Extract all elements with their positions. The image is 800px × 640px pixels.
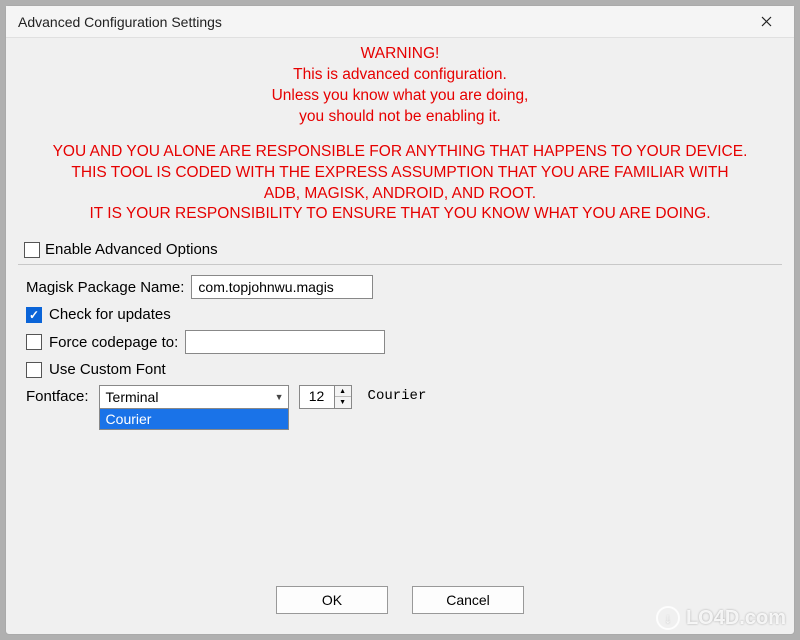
close-button[interactable] xyxy=(746,9,786,35)
spinner-down[interactable]: ▼ xyxy=(335,397,351,408)
warning-line: Unless you know what you are doing, xyxy=(18,86,782,107)
watermark: ↓ LO4D.com xyxy=(656,606,786,630)
ok-button[interactable]: OK xyxy=(276,586,388,614)
warning-line: IT IS YOUR RESPONSIBILITY TO ENSURE THAT… xyxy=(18,204,782,225)
form-area: Magisk Package Name: Check for updates F… xyxy=(18,275,782,409)
custom-font-label: Use Custom Font xyxy=(49,361,166,378)
check-updates-row: Check for updates xyxy=(26,306,782,323)
download-icon: ↓ xyxy=(656,606,680,630)
magisk-row: Magisk Package Name: xyxy=(26,275,782,299)
force-codepage-checkbox[interactable] xyxy=(26,334,42,350)
fontface-option-courier[interactable]: Courier xyxy=(100,409,288,429)
spinner-buttons: ▲ ▼ xyxy=(335,385,352,409)
check-updates-label: Check for updates xyxy=(49,306,171,323)
fontsize-value[interactable]: 12 xyxy=(299,385,335,409)
warning-line: YOU AND YOU ALONE ARE RESPONSIBLE FOR AN… xyxy=(18,142,782,163)
custom-font-row: Use Custom Font xyxy=(26,361,782,378)
fontface-dropdown[interactable]: Terminal ▼ Courier xyxy=(99,385,289,409)
warning-block-strong: YOU AND YOU ALONE ARE RESPONSIBLE FOR AN… xyxy=(18,142,782,226)
check-updates-checkbox[interactable] xyxy=(26,307,42,323)
titlebar: Advanced Configuration Settings xyxy=(6,6,794,38)
custom-font-checkbox[interactable] xyxy=(26,362,42,378)
magisk-label: Magisk Package Name: xyxy=(26,279,184,296)
warning-line: you should not be enabling it. xyxy=(18,107,782,128)
separator xyxy=(18,264,782,265)
warning-line: WARNING! xyxy=(18,44,782,65)
fontface-selected: Terminal xyxy=(106,389,159,405)
warning-line: ADB, MAGISK, ANDROID, AND ROOT. xyxy=(18,184,782,205)
font-preview-name: Courier xyxy=(368,388,427,404)
fontface-field[interactable]: Terminal ▼ xyxy=(99,385,289,409)
force-codepage-row: Force codepage to: xyxy=(26,330,782,354)
dialog-window: Advanced Configuration Settings WARNING!… xyxy=(5,5,795,635)
fontsize-spinner: 12 ▲ ▼ xyxy=(299,385,352,409)
close-icon xyxy=(761,16,772,27)
force-codepage-label: Force codepage to: xyxy=(49,334,178,351)
watermark-text: LO4D.com xyxy=(686,607,786,630)
enable-advanced-row: Enable Advanced Options xyxy=(24,241,782,258)
warning-block: WARNING! This is advanced configuration.… xyxy=(18,44,782,128)
dialog-content: WARNING! This is advanced configuration.… xyxy=(6,38,794,634)
spinner-up[interactable]: ▲ xyxy=(335,386,351,397)
force-codepage-input[interactable] xyxy=(185,330,385,354)
fontface-list: Courier xyxy=(99,409,289,430)
cancel-button[interactable]: Cancel xyxy=(412,586,524,614)
enable-advanced-label: Enable Advanced Options xyxy=(45,241,218,258)
chevron-down-icon: ▼ xyxy=(275,392,284,402)
window-title: Advanced Configuration Settings xyxy=(18,14,222,30)
fontface-row: Fontface: Terminal ▼ Courier 12 ▲ ▼ xyxy=(26,385,782,409)
magisk-package-input[interactable] xyxy=(191,275,373,299)
warning-line: THIS TOOL IS CODED WITH THE EXPRESS ASSU… xyxy=(18,163,782,184)
fontface-label: Fontface: xyxy=(26,385,89,405)
warning-line: This is advanced configuration. xyxy=(18,65,782,86)
enable-advanced-checkbox[interactable] xyxy=(24,242,40,258)
